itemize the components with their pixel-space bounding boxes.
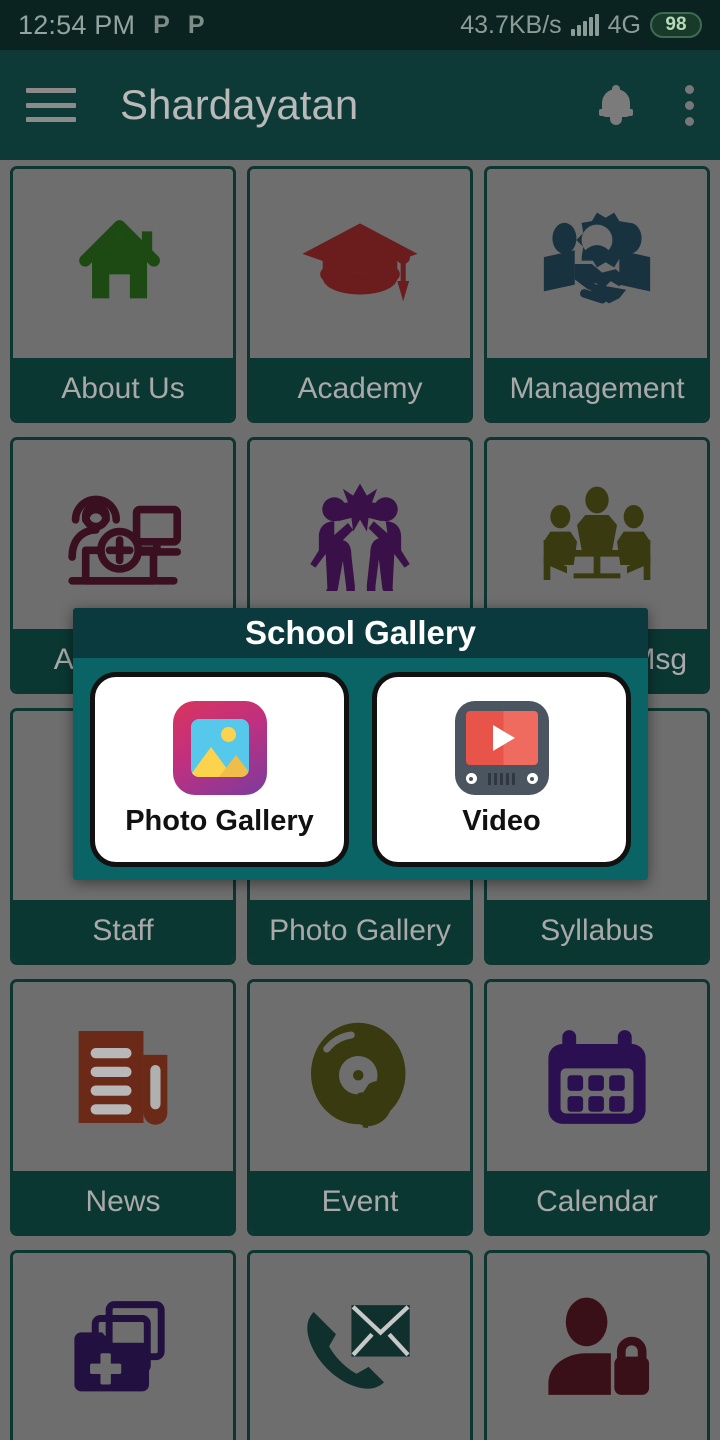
calendar-icon: [487, 982, 707, 1171]
user-lock-icon: [487, 1253, 707, 1440]
tile-student-login[interactable]: Student Login: [484, 1250, 710, 1440]
signal-bars-icon: [570, 14, 599, 36]
tile-academy[interactable]: Academy: [247, 166, 473, 423]
event-disc-icon: [250, 982, 470, 1171]
school-gallery-dialog: School Gallery Photo Gallery Video: [73, 608, 648, 880]
notification-p-icon-2: P: [187, 10, 205, 39]
graduation-cap-icon: [250, 169, 470, 358]
high-five-icon: [250, 440, 470, 629]
tile-label: Event: [250, 1171, 470, 1233]
kebab-menu-icon[interactable]: [685, 84, 694, 126]
tile-news[interactable]: News: [10, 979, 236, 1236]
result-folders-icon: [13, 1253, 233, 1440]
battery-indicator: 98: [650, 12, 702, 38]
newspaper-icon: [13, 982, 233, 1171]
status-bar-left: 12:54 PM P P: [18, 10, 205, 41]
app-bar-actions: [599, 84, 694, 126]
tile-label: Syllabus: [487, 900, 707, 962]
dialog-title: School Gallery: [244, 614, 477, 651]
network-type-label: 4G: [607, 10, 641, 39]
tile-school-result[interactable]: School Result: [10, 1250, 236, 1440]
admission-desk-icon: [13, 440, 233, 629]
notification-p-icon-1: P: [153, 10, 170, 39]
app-title: Shardayatan: [120, 81, 359, 128]
tile-label: Calendar: [487, 1171, 707, 1233]
status-time: 12:54 PM: [18, 9, 136, 40]
tile-calendar[interactable]: Calendar: [484, 979, 710, 1236]
dialog-option-label: Video: [462, 804, 541, 837]
network-speed-label: 43.7KB/s: [460, 10, 562, 39]
tile-about-us[interactable]: About Us: [10, 166, 236, 423]
hamburger-menu-icon[interactable]: [26, 88, 76, 122]
app-bar: Shardayatan: [0, 50, 720, 160]
tile-label: About Us: [13, 358, 233, 420]
video-player-icon: [454, 700, 549, 795]
tile-label: News: [13, 1171, 233, 1233]
dialog-body: Photo Gallery Video: [73, 658, 648, 880]
tile-label: Staff: [13, 900, 233, 962]
handshake-people-icon: [487, 169, 707, 358]
dialog-option-video[interactable]: Video: [372, 671, 631, 867]
dialog-option-photo-gallery[interactable]: Photo Gallery: [90, 671, 349, 867]
phone-envelope-icon: [250, 1253, 470, 1440]
dialog-header: School Gallery: [73, 608, 648, 658]
tile-label: Academy: [250, 358, 470, 420]
dialog-option-label: Photo Gallery: [125, 804, 314, 837]
house-icon: [13, 169, 233, 358]
meeting-table-icon: [487, 440, 707, 629]
phone-screen: 12:54 PM P P 43.7KB/s 4G 98 Shardayatan: [0, 0, 720, 1440]
tile-contact-us[interactable]: Contact Us: [247, 1250, 473, 1440]
tile-label: Photo Gallery: [250, 900, 470, 962]
photo-gallery-app-icon: [172, 700, 267, 795]
tile-event[interactable]: Event: [247, 979, 473, 1236]
status-bar: 12:54 PM P P 43.7KB/s 4G 98: [0, 0, 720, 50]
bell-icon[interactable]: [599, 85, 633, 125]
status-bar-right: 43.7KB/s 4G 98: [460, 11, 702, 40]
tile-label: Management: [487, 358, 707, 420]
tile-management[interactable]: Management: [484, 166, 710, 423]
